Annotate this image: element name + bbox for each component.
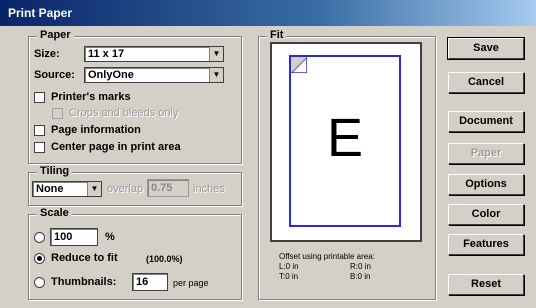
offset-caption: Offset using printable area: [279,252,375,261]
tiling-select[interactable]: None ▼ [32,181,102,197]
document-button[interactable]: Document [448,111,524,132]
per-page-label: per page [173,278,209,288]
fit-group-label: Fit [267,29,287,41]
cancel-button[interactable]: Cancel [448,72,524,93]
scale-percent-radio[interactable] [34,232,45,243]
features-button[interactable]: Features [448,234,524,255]
source-value: OnlyOne [88,69,134,81]
center-page-label: Center page in print area [51,141,181,153]
page-corner-icon [291,57,307,73]
reduce-percent: (100.0%) [146,254,183,264]
options-button[interactable]: Options [448,174,524,195]
page-preview: E [270,42,422,242]
printers-marks-checkbox[interactable] [34,92,45,103]
source-label: Source: [34,69,75,81]
chevron-down-icon[interactable]: ▼ [209,47,223,61]
page-information-checkbox[interactable] [34,125,45,136]
source-select[interactable]: OnlyOne ▼ [84,67,224,83]
chevron-down-icon[interactable]: ▼ [87,182,101,196]
center-page-checkbox[interactable] [34,142,45,153]
crops-bleeds-label: Crops and bleeds only [69,107,179,119]
chevron-down-icon[interactable]: ▼ [209,68,223,82]
save-button[interactable]: Save [447,37,525,60]
overlap-input[interactable]: 0.75 [147,179,189,197]
paper-outline: E [289,55,401,227]
crops-bleeds-checkbox[interactable] [52,108,63,119]
overlap-label: overlap [107,183,144,195]
offset-left: L:0 in [279,262,299,271]
color-button[interactable]: Color [448,204,524,225]
offset-top: T:0 in [279,272,299,281]
page-information-label: Page information [51,124,141,136]
preview-letter: E [326,108,364,168]
offset-bottom: B:0 in [350,272,371,281]
thumbnails-input[interactable]: 16 [132,273,168,291]
reduce-to-fit-radio[interactable] [34,253,45,264]
paper-button[interactable]: Paper [448,143,524,164]
offset-right: R:0 in [350,262,371,271]
size-label: Size: [34,48,60,60]
dialog-title: Print Paper [0,0,536,26]
print-paper-dialog: Print Paper Paper Size: 11 x 17 ▼ Source… [0,0,536,308]
paper-group-label: Paper [37,29,74,41]
reset-button[interactable]: Reset [448,274,524,295]
scale-percent-input[interactable]: 100 [50,228,98,246]
scale-group-label: Scale [37,207,72,219]
tiling-group-label: Tiling [37,165,73,177]
printers-marks-label: Printer's marks [51,91,131,103]
size-value: 11 x 17 [88,48,125,60]
size-select[interactable]: 11 x 17 ▼ [84,46,224,62]
reduce-to-fit-label: Reduce to fit [51,252,118,264]
thumbnails-label: Thumbnails: [51,276,117,288]
percent-sign: % [105,231,115,243]
inches-label: inches [193,183,225,195]
tiling-value: None [36,183,64,195]
thumbnails-radio[interactable] [34,277,45,288]
